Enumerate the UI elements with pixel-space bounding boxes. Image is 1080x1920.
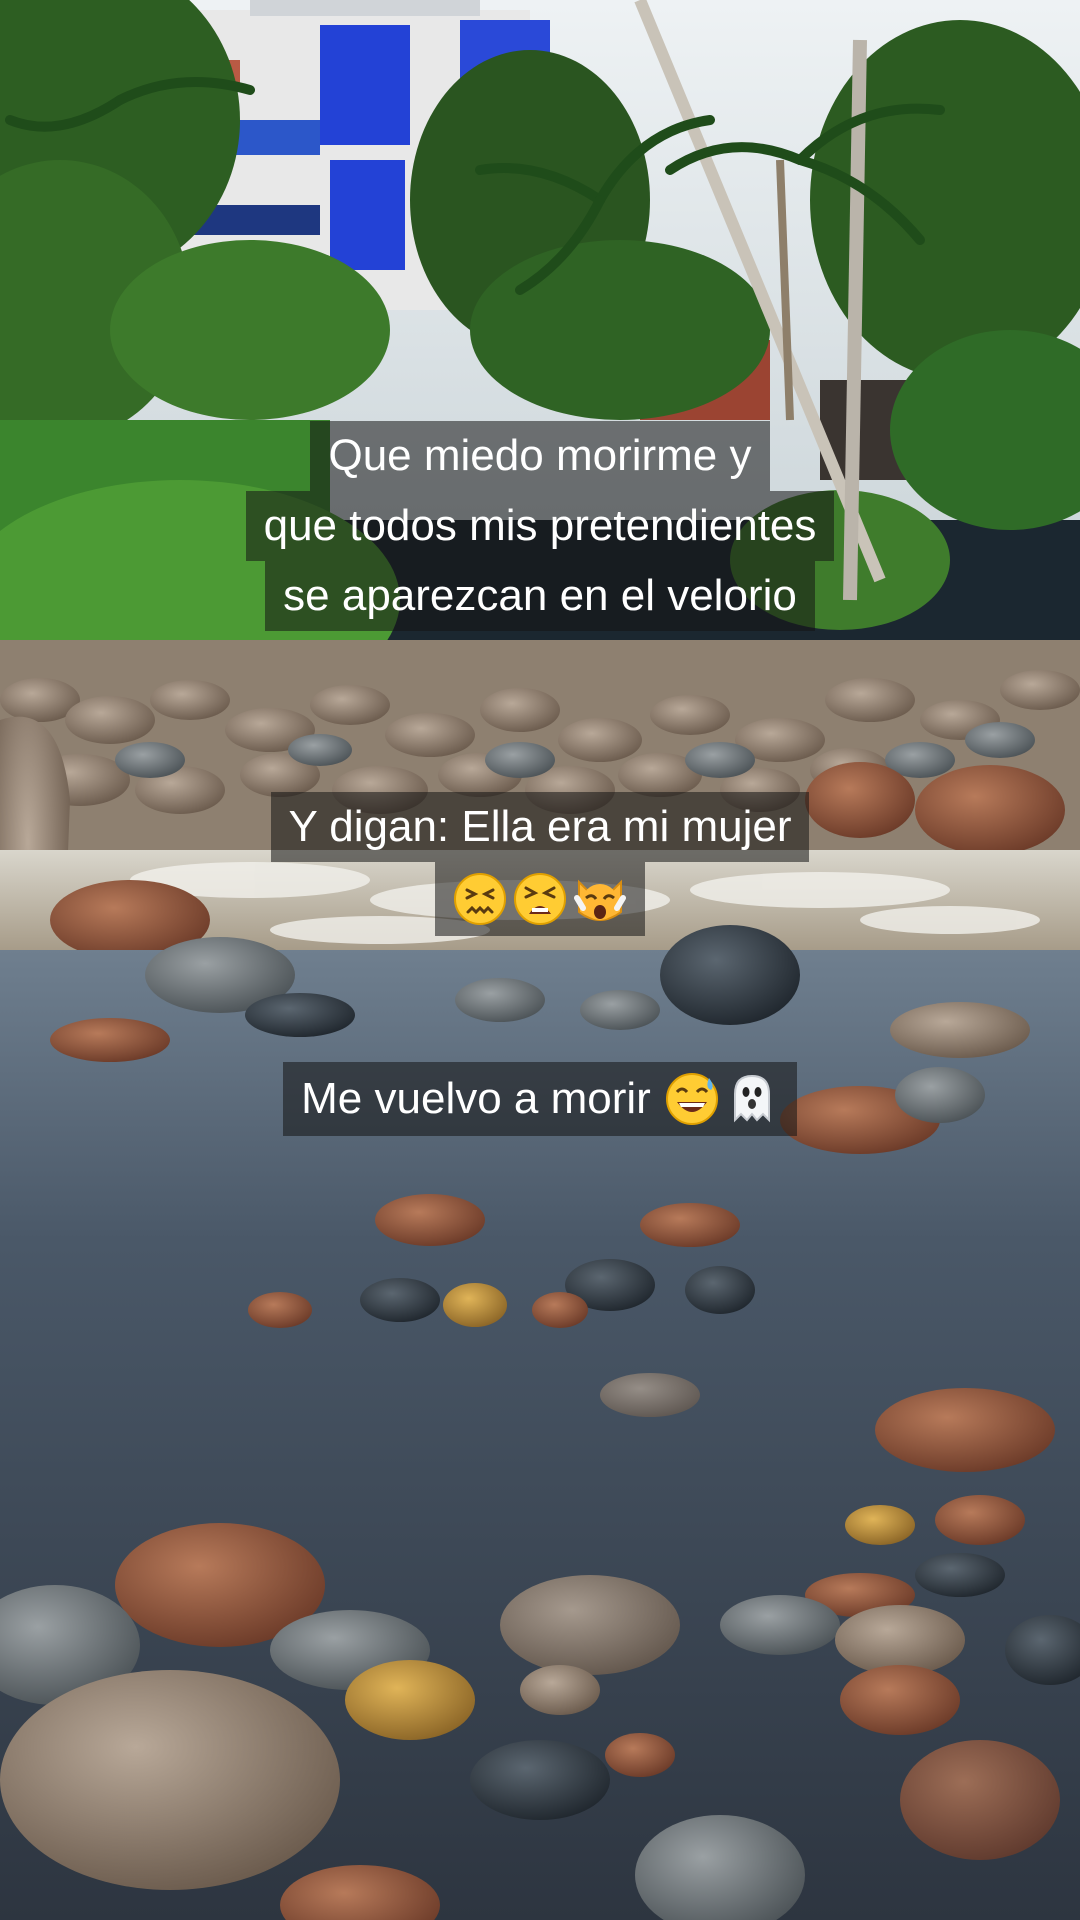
caption-line: Que miedo morirme y — [310, 421, 770, 491]
emoji-row — [435, 862, 645, 936]
tired-face-icon — [514, 873, 566, 925]
caption-line: Y digan: Ella era mi mujer — [270, 792, 810, 862]
caption-line: que todos mis pretendientes — [245, 491, 835, 561]
river-background-image — [0, 0, 1080, 1920]
caption-line: se aparezcan en el velorio — [265, 561, 815, 631]
confounded-face-icon — [454, 873, 506, 925]
caption-line-with-emojis: Me vuelvo a morir — [283, 1062, 797, 1136]
caption-first: Que miedo morirme y que todos mis preten… — [0, 421, 1080, 631]
caption-second: Y digan: Ella era mi mujer — [0, 792, 1080, 936]
photo-scene: Que miedo morirme y que todos mis preten… — [0, 0, 1080, 1920]
weary-cat-face-icon — [574, 879, 626, 921]
caption-text: Me vuelvo a morir — [301, 1074, 651, 1123]
ghost-icon — [733, 1074, 770, 1123]
grinning-face-with-sweat-icon — [665, 1073, 718, 1125]
caption-third: Me vuelvo a morir — [0, 1062, 1080, 1136]
